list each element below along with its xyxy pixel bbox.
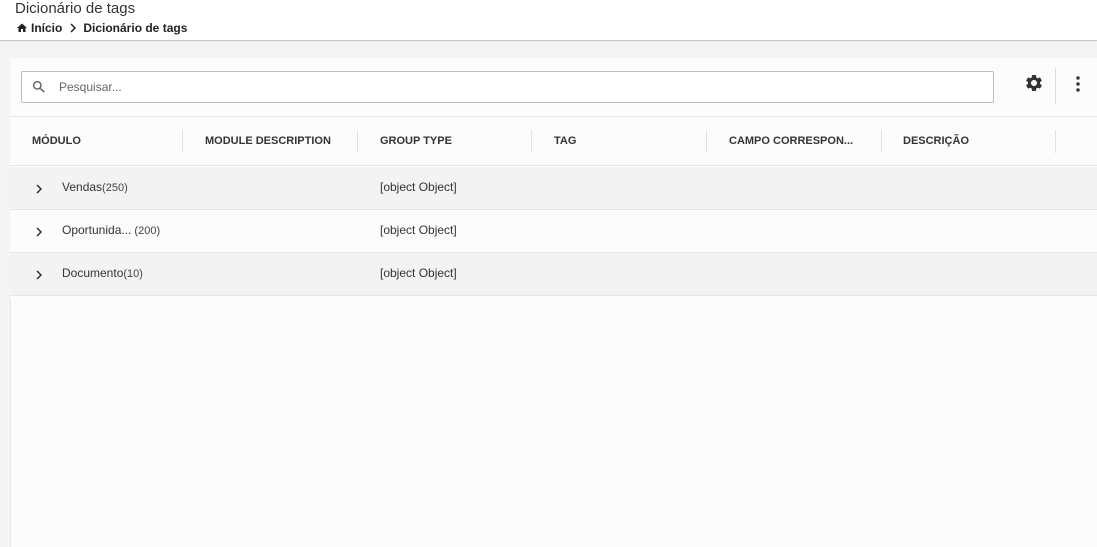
search-icon [31, 79, 47, 95]
search-input[interactable] [59, 80, 959, 94]
group-type-cell: [object Object] [380, 180, 457, 194]
group-type-cell: [object Object] [380, 266, 457, 280]
module-name: Oportunida... [62, 223, 132, 237]
column-header-descricao[interactable]: DESCRIÇÃO [903, 117, 969, 165]
breadcrumb: Início Dicionário de tags [16, 20, 187, 36]
table-left-border [10, 298, 11, 547]
module-name: Vendas [62, 180, 103, 194]
column-header-modulo[interactable]: MÓDULO [32, 117, 81, 165]
column-header-tag[interactable]: TAG [554, 117, 576, 165]
column-resize-handle[interactable] [706, 130, 707, 153]
column-resize-handle[interactable] [182, 130, 183, 153]
group-type-cell: [object Object] [380, 223, 457, 237]
home-icon[interactable] [16, 22, 28, 34]
gear-icon [1024, 73, 1044, 98]
table-header: MÓDULO MODULE DESCRIPTION GROUP TYPE TAG… [10, 116, 1097, 166]
module-name: Documento [62, 266, 124, 280]
chevron-right-icon[interactable] [34, 226, 44, 238]
group-count: (10) [123, 268, 143, 280]
column-resize-handle[interactable] [881, 130, 882, 153]
breadcrumb-home-link[interactable]: Início [31, 21, 62, 35]
column-header-campo-correspondente[interactable]: CAMPO CORRESPON... [729, 117, 853, 165]
column-header-group-type[interactable]: GROUP TYPE [380, 117, 452, 165]
table-row[interactable]: Documento(10) [object Object] [10, 253, 1097, 296]
group-label: Vendas(250) [62, 180, 128, 194]
column-header-module-description[interactable]: MODULE DESCRIPTION [205, 117, 331, 165]
group-count: (200) [131, 225, 161, 237]
group-count: (250) [102, 182, 128, 194]
chevron-right-icon[interactable] [34, 269, 44, 281]
page-title: Dicionário de tags [15, 0, 136, 17]
table-row[interactable]: Vendas(250) [object Object] [10, 167, 1097, 210]
chevron-right-icon[interactable] [34, 183, 44, 195]
more-options-button[interactable] [1069, 75, 1087, 97]
page-header: Dicionário de tags Início Dicionário de … [0, 0, 1097, 41]
column-resize-handle[interactable] [531, 130, 532, 153]
group-label: Documento(10) [62, 266, 143, 280]
column-resize-handle[interactable] [357, 130, 358, 153]
group-label: Oportunida... (200) [62, 223, 160, 237]
toolbar-divider [1055, 68, 1056, 104]
more-vertical-icon [1076, 75, 1080, 97]
settings-button[interactable] [1023, 74, 1045, 96]
breadcrumb-current: Dicionário de tags [83, 21, 188, 35]
table-row[interactable]: Oportunida... (200) [object Object] [10, 210, 1097, 253]
column-resize-handle[interactable] [1055, 130, 1056, 153]
chevron-right-icon [68, 23, 78, 33]
search-box[interactable] [21, 71, 994, 103]
